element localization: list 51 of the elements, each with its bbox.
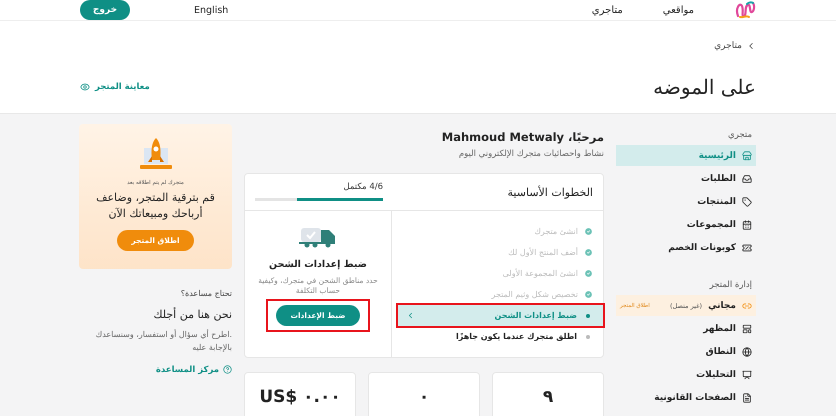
document-icon	[742, 392, 752, 402]
link-icon	[742, 300, 752, 310]
help-text: .اطرح أي سؤال أو استفسار، وسنساعدك بالإجابة عليه	[94, 329, 232, 354]
sidebar-item[interactable]: المجموعات	[616, 214, 756, 235]
store-title: على الموضه	[653, 75, 756, 99]
progress-label: 4/6 مكتمل	[343, 182, 383, 192]
help-icon	[223, 365, 232, 374]
nav-link[interactable]: مواقعي	[662, 4, 694, 16]
sidebar-item[interactable]: المظهر	[616, 318, 756, 339]
layout-icon	[742, 324, 752, 334]
sidebar-item[interactable]: التحليلات	[616, 364, 756, 385]
help-center-link[interactable]: مركز المساعدة	[156, 364, 232, 375]
language-link[interactable]: English	[194, 4, 228, 16]
chevron-icon	[406, 311, 415, 320]
stat-value: US$ ٠.٠٠	[259, 387, 341, 409]
plan-label: مجاني	[708, 300, 736, 310]
logo[interactable]	[734, 0, 756, 20]
calendar-icon	[742, 220, 752, 230]
sidebar-item[interactable]: كوبونات الخصم	[616, 237, 756, 258]
detail-title: ضبط إعدادات الشحن	[269, 259, 367, 270]
tag-icon	[742, 196, 752, 206]
stat-value: ٠	[418, 387, 430, 409]
help-title: نحن هنا من أجلك	[152, 308, 232, 321]
sidebar-item[interactable]: الصفحات القانونية	[616, 387, 756, 408]
eye-icon	[80, 82, 90, 92]
card-title: الخطوات الأساسية	[508, 186, 593, 198]
truck-icon	[299, 225, 337, 249]
step-item[interactable]: اطلق متجرك عندما يكون جاهزًا	[392, 326, 603, 347]
promo-headline: قم بترقية المتجر، وضاعف أرباحك ومبيعاتك الآن	[95, 190, 216, 222]
check-icon	[584, 248, 593, 257]
globe-icon	[742, 346, 752, 356]
section-title: متجري	[727, 129, 753, 142]
logout-button[interactable]: خروج	[80, 0, 130, 20]
inbox-icon	[742, 174, 752, 184]
stat-value: ٩	[542, 387, 554, 409]
sidebar-item[interactable]: النطاق	[616, 341, 756, 362]
check-icon	[584, 290, 593, 299]
section-title: إدارة المتجر	[708, 279, 753, 292]
check-icon	[584, 227, 593, 236]
ticket-icon	[742, 242, 752, 252]
store-icon	[742, 150, 752, 160]
help-kicker: تحتاج مساعدة؟	[180, 289, 232, 298]
sidebar-item[interactable]: الطلبات	[616, 168, 756, 189]
subtitle: نشاط واحصائيات متجرك الإلكتروني اليوم	[458, 149, 604, 159]
presentation-icon	[742, 370, 752, 380]
nav-link[interactable]: متاجري	[592, 4, 623, 16]
preview-link[interactable]: معاينة المتجر	[80, 82, 150, 92]
check-icon	[584, 269, 593, 278]
greeting: مرحبًا، Mahmoud Metwaly	[440, 130, 604, 144]
sidebar-item[interactable]: المنتجات	[616, 191, 756, 212]
breadcrumb-link[interactable]: متاجري	[714, 41, 742, 51]
